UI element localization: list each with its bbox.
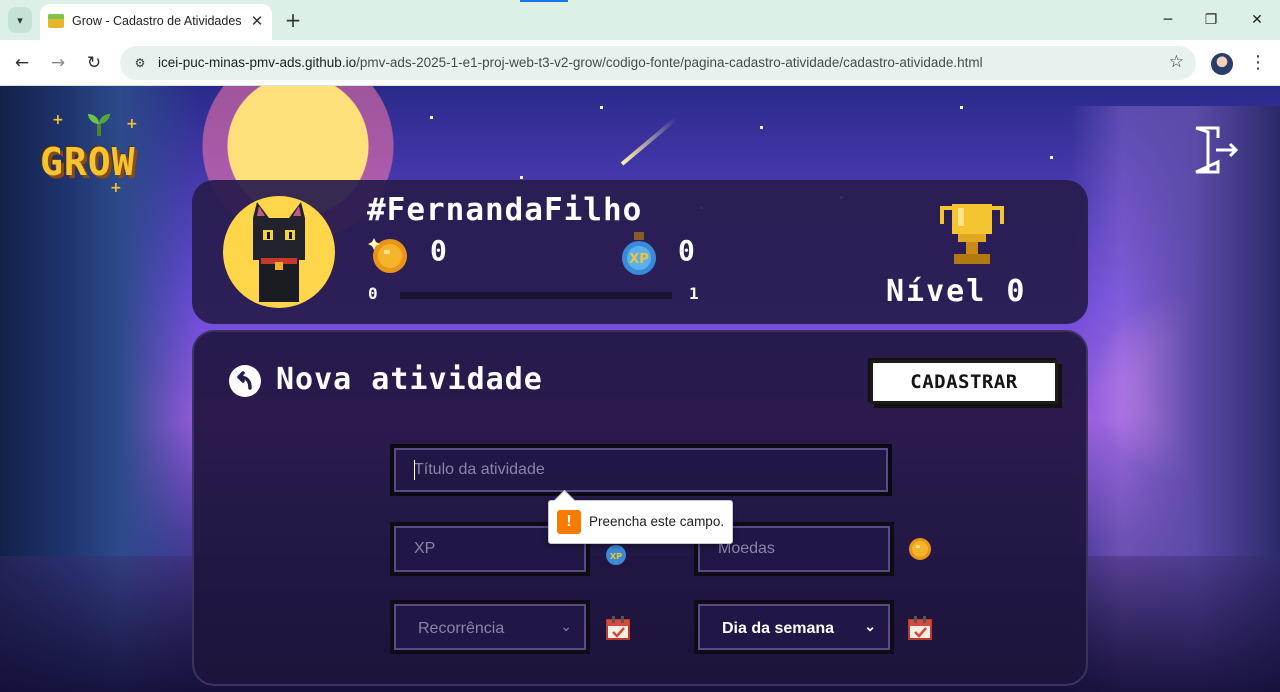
chevron-down-icon: ⌄	[560, 618, 572, 634]
bookmark-star-icon[interactable]: ☆	[1169, 52, 1184, 72]
recurrence-select-value: Recorrência	[418, 620, 505, 637]
coin-count: 0	[430, 234, 447, 267]
form-title: Nova atividade	[276, 362, 543, 397]
black-cat-avatar-icon	[253, 202, 305, 302]
xp-progress-bar	[400, 292, 672, 299]
tab-strip-indicator	[520, 0, 568, 2]
validation-message: Preencha este campo.	[589, 514, 725, 529]
reload-icon[interactable]: ↻	[82, 51, 106, 75]
restore-icon[interactable]: ❐	[1197, 8, 1225, 32]
weekday-select-value: Dia da semana	[722, 620, 835, 637]
star-decoration	[1050, 156, 1053, 159]
url-field[interactable]: ⚙ icei-puc-minas-pmv-ads.github.io/pmv-a…	[120, 46, 1196, 80]
chevron-down-icon: ⌄	[864, 618, 876, 634]
xp-potion-icon: XP	[622, 232, 656, 275]
tab-search-button[interactable]: ▾	[8, 7, 32, 33]
sparkle-icon: +	[52, 112, 64, 128]
sprout-icon	[88, 114, 110, 136]
tab-close-icon[interactable]: ✕	[248, 11, 266, 31]
window-close-icon[interactable]: ✕	[1243, 8, 1271, 32]
page-background: + + + GROW #FernandaFilho 0 XP 0 0 1 Nív…	[0, 86, 1280, 692]
coin-icon	[368, 238, 407, 273]
star-decoration	[760, 126, 763, 129]
register-button[interactable]: CADASTRAR	[870, 360, 1058, 404]
activity-title-input[interactable]	[390, 444, 892, 496]
xp-count: 0	[678, 234, 695, 267]
sparkle-icon: +	[126, 116, 138, 132]
text-caret	[414, 460, 415, 480]
svg-text:XP: XP	[610, 552, 622, 561]
star-decoration	[960, 106, 963, 109]
grow-logo[interactable]: + + + GROW	[40, 110, 158, 196]
site-info-icon[interactable]: ⚙	[130, 54, 150, 72]
weekday-select[interactable]: Dia da semana ⌄	[694, 600, 894, 654]
progress-min-label: 0	[368, 284, 378, 303]
player-status-card: #FernandaFilho 0 XP 0 0 1 Nível 0	[192, 180, 1088, 324]
progress-max-label: 1	[689, 284, 699, 303]
browser-tab-bar: ▾ Grow - Cadastro de Atividades ✕ + ─ ❐ …	[0, 0, 1280, 40]
trophy-icon	[940, 204, 1004, 264]
calendar-icon	[908, 616, 932, 640]
exit-door-icon[interactable]	[1190, 124, 1242, 176]
browser-menu-icon[interactable]: ⋮	[1248, 50, 1268, 76]
address-bar: ← → ↻ ⚙ icei-puc-minas-pmv-ads.github.io…	[0, 40, 1280, 86]
warning-icon: !	[557, 510, 581, 534]
forward-nav-icon[interactable]: →	[46, 51, 70, 75]
svg-text:XP: XP	[629, 252, 649, 267]
calendar-icon	[606, 616, 630, 640]
new-tab-button[interactable]: +	[282, 7, 304, 33]
url-text[interactable]: icei-puc-minas-pmv-ads.github.io/pmv-ads…	[158, 55, 983, 70]
profile-avatar-icon[interactable]	[1211, 53, 1233, 75]
back-arrow-icon[interactable]	[228, 364, 262, 398]
tab-favicon-icon	[48, 14, 64, 28]
back-nav-icon[interactable]: ←	[10, 51, 34, 75]
level-label: Nível 0	[886, 274, 1027, 309]
recurrence-select[interactable]: Recorrência ⌄	[390, 600, 590, 654]
avatar	[223, 196, 335, 308]
minimize-icon[interactable]: ─	[1154, 8, 1182, 32]
comet-decoration	[620, 117, 677, 166]
browser-tab[interactable]: Grow - Cadastro de Atividades ✕	[40, 4, 272, 40]
tab-title: Grow - Cadastro de Atividades	[72, 14, 242, 28]
username: #FernandaFilho	[367, 192, 643, 228]
star-decoration	[520, 176, 523, 179]
coin-icon	[909, 538, 931, 560]
star-decoration	[600, 106, 603, 109]
star-decoration	[430, 116, 433, 119]
validation-tooltip: ! Preencha este campo.	[548, 500, 733, 544]
logo-text: GROW	[40, 140, 136, 184]
